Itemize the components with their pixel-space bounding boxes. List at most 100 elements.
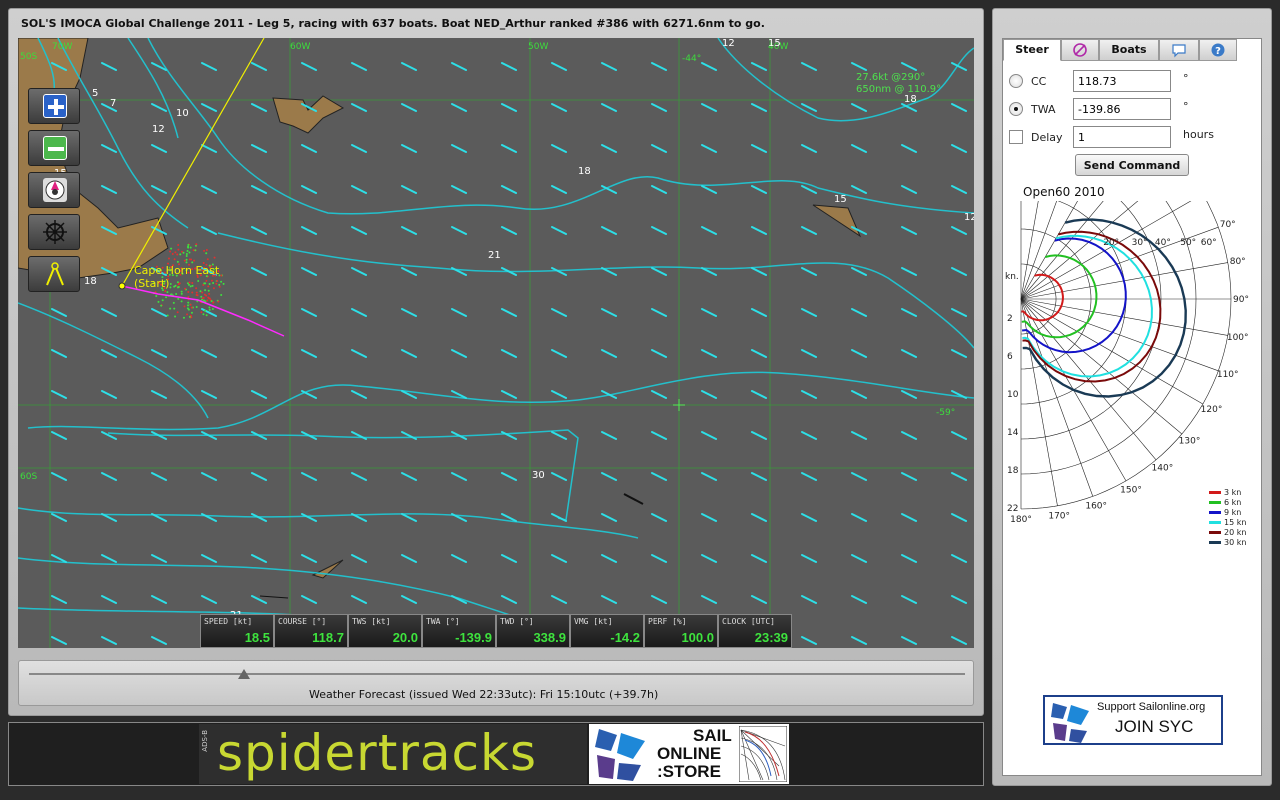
lat-label-60s: 60S [20, 472, 38, 482]
wind-arrow [501, 308, 517, 317]
contour-label: 15 [834, 194, 847, 205]
zoom-in-button[interactable] [28, 88, 80, 124]
polar-speed-label: 10 [1007, 390, 1019, 400]
fleet-boat [220, 293, 223, 296]
spidertracks-ad[interactable]: ADS-B spidertracks [199, 724, 587, 784]
helm-button[interactable] [28, 214, 80, 250]
twa-input[interactable] [1073, 98, 1171, 120]
wind-arrow [801, 226, 817, 235]
weather-timeline: Weather Forecast (issued Wed 22:33utc): … [18, 660, 974, 706]
wind-arrow [301, 226, 317, 235]
store-line1: SAIL [693, 726, 732, 745]
speed-instrument: SPEED [kt] 18.5 [200, 614, 274, 648]
delay-checkbox[interactable] [1009, 130, 1023, 144]
fleet-boat [220, 280, 223, 283]
lat-label-50s: 50S [20, 52, 38, 62]
wind-arrow [751, 595, 767, 604]
polar-angle-label: 140° [1152, 464, 1174, 474]
wind-arrow [701, 390, 717, 399]
wind-arrow [651, 226, 667, 235]
fleet-boat [180, 300, 183, 303]
wind-arrow [301, 308, 317, 317]
twa-label: TWA [1031, 103, 1056, 116]
tab-boats[interactable]: Boats [1099, 39, 1159, 61]
wind-arrow [251, 349, 267, 358]
wind-arrow [551, 62, 567, 71]
fleet-boat [164, 290, 167, 293]
polar-speed-label: 22 [1007, 504, 1018, 514]
wind-arrow [951, 226, 967, 235]
send-command-button[interactable]: Send Command [1075, 154, 1189, 176]
cc-label: CC [1031, 75, 1047, 88]
wind-arrow [551, 144, 567, 153]
wind-arrow [801, 472, 817, 481]
wind-arrow [351, 267, 367, 276]
twa-unit: ° [1183, 100, 1189, 113]
lat-readout-right: -59° [936, 408, 956, 418]
wind-arrow [851, 267, 867, 276]
delay-input[interactable] [1073, 126, 1171, 148]
wind-arrow [201, 62, 217, 71]
fleet-boat [191, 284, 194, 287]
delay-row: Delay hours [1009, 126, 1249, 148]
wind-arrow [801, 513, 817, 522]
wind-arrow [301, 595, 317, 604]
cc-radio[interactable] [1009, 74, 1023, 88]
fleet-boat [200, 311, 203, 314]
wind-arrow [701, 308, 717, 317]
wind-arrow [751, 226, 767, 235]
wind-arrow [851, 472, 867, 481]
wind-arrow [651, 472, 667, 481]
wind-arrow [301, 472, 317, 481]
wind-arrow [51, 513, 67, 522]
fleet-boat [169, 307, 172, 310]
wind-arrow [451, 144, 467, 153]
timeline-track[interactable] [29, 673, 965, 675]
fleet-boat [191, 281, 194, 284]
tab-steer[interactable]: Steer [1003, 39, 1061, 61]
vmg-instrument: VMG [kt] -14.2 [570, 614, 644, 648]
wind-arrow [101, 349, 117, 358]
race-map[interactable]: 50S 60S 70W 60W 50W 40W -44° -59° 27.6kt… [18, 38, 974, 648]
measure-button[interactable] [28, 256, 80, 292]
fleet-boat [193, 259, 196, 262]
polar-angle-label: 160° [1085, 502, 1107, 512]
cc-unit: ° [1183, 72, 1189, 85]
wind-arrow [851, 185, 867, 194]
wind-arrow [751, 267, 767, 276]
timeline-slider-handle[interactable] [238, 669, 251, 679]
support-sailonline-banner[interactable]: Support Sailonline.org JOIN SYC [1043, 695, 1223, 745]
fleet-boat [195, 291, 198, 294]
tab-waypoints[interactable] [1061, 39, 1099, 61]
fleet-boat [185, 252, 188, 255]
wind-arrow [201, 226, 217, 235]
cc-input[interactable] [1073, 70, 1171, 92]
fleet-boat [203, 299, 206, 302]
wind-arrow [351, 472, 367, 481]
tab-help[interactable]: ? [1199, 39, 1237, 61]
sailonline-store-ad[interactable]: SAIL ONLINE :STORE [589, 724, 789, 784]
wind-arrow [301, 185, 317, 194]
wind-arrow [801, 144, 817, 153]
wind-arrow [701, 349, 717, 358]
tab-chat[interactable] [1159, 39, 1199, 61]
wind-arrow [401, 554, 417, 563]
wind-arrow [701, 226, 717, 235]
zoom-out-button[interactable] [28, 130, 80, 166]
fleet-boat [179, 253, 182, 256]
wind-arrow [651, 554, 667, 563]
fleet-boat [190, 306, 193, 309]
twa-radio[interactable] [1009, 102, 1023, 116]
fleet-boat [218, 285, 221, 288]
wind-arrow [851, 554, 867, 563]
wind-arrow [251, 308, 267, 317]
wind-arrow [201, 554, 217, 563]
fleet-boat [186, 307, 189, 310]
contour-label: 18 [84, 276, 97, 287]
wind-arrow [601, 349, 617, 358]
wind-arrow [151, 636, 167, 645]
wind-arrow [151, 595, 167, 604]
wind-arrow [901, 267, 917, 276]
center-boat-button[interactable] [28, 172, 80, 208]
wind-arrow [651, 103, 667, 112]
